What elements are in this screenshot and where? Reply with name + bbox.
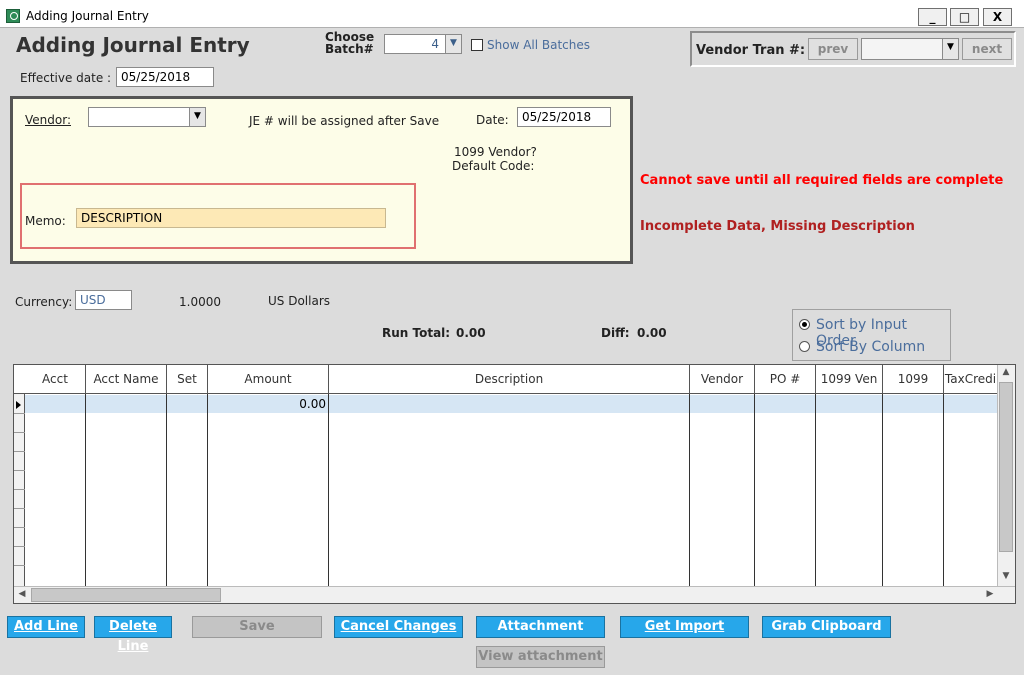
chevron-down-icon[interactable]: ▼ xyxy=(189,108,205,126)
horizontal-scroll-thumb[interactable] xyxy=(31,588,221,602)
vendor-1099-label: 1099 Vendor? xyxy=(454,145,537,159)
date-label: Date: xyxy=(476,113,509,127)
currency-label: Currency: xyxy=(15,295,73,309)
chevron-down-icon[interactable]: ▼ xyxy=(942,39,958,59)
sort-by-column-label[interactable]: Sort By Column xyxy=(816,339,925,355)
show-all-batches-checkbox[interactable] xyxy=(471,39,483,51)
default-code-label: Default Code: xyxy=(452,159,535,173)
page-title: Adding Journal Entry xyxy=(16,33,250,57)
scroll-up-icon[interactable]: ▲ xyxy=(998,365,1014,381)
chevron-down-icon[interactable]: ▼ xyxy=(445,35,461,53)
cancel-changes-button[interactable]: Cancel Changes xyxy=(334,616,463,638)
minimize-button[interactable]: _ xyxy=(918,8,947,26)
col-header-po[interactable]: PO # xyxy=(755,365,816,394)
save-button[interactable]: Save xyxy=(192,616,322,638)
title-bar: Adding Journal Entry _ □ X xyxy=(0,0,1024,28)
vendor-tran-group: Vendor Tran #: prev ▼ next xyxy=(690,31,1016,67)
memo-label: Memo: xyxy=(25,214,66,228)
incomplete-message: Incomplete Data, Missing Description xyxy=(640,219,915,234)
choose-batch-label: Choose Batch# xyxy=(325,31,374,56)
row-header-column xyxy=(14,365,25,587)
col-header-1099[interactable]: 1099 xyxy=(883,365,944,394)
horizontal-scrollbar[interactable]: ◀ ▶ xyxy=(14,586,1015,603)
table-row[interactable] xyxy=(25,395,997,413)
get-import-button[interactable]: Get Import xyxy=(620,616,749,638)
date-input[interactable]: 05/25/2018 xyxy=(517,107,611,127)
vendor-tran-label: Vendor Tran #: xyxy=(696,43,806,58)
col-header-vendor[interactable]: Vendor xyxy=(690,365,755,394)
corner-header xyxy=(14,365,25,394)
choose-batch-line2: Batch# xyxy=(325,42,374,56)
next-button[interactable]: next xyxy=(962,38,1012,60)
error-message: Cannot save until all required fields ar… xyxy=(640,173,1004,188)
vendor-panel: Vendor: ▼ JE # will be assigned after Sa… xyxy=(10,96,633,264)
col-header-set[interactable]: Set xyxy=(167,365,208,394)
diff-value: 0.00 xyxy=(637,326,667,340)
col-header-amount[interactable]: Amount xyxy=(208,365,329,394)
effective-date-label: Effective date : xyxy=(20,71,112,85)
attachment-button[interactable]: Attachment xyxy=(476,616,605,638)
close-button[interactable]: X xyxy=(983,8,1012,26)
show-all-batches-label: Show All Batches xyxy=(487,38,591,52)
batch-select-value: 4 xyxy=(431,37,439,51)
sort-options-group: Sort by Input Order Sort By Column xyxy=(792,309,951,361)
maximize-button[interactable]: □ xyxy=(950,8,979,26)
col-header-description[interactable]: Description xyxy=(329,365,690,394)
scroll-down-icon[interactable]: ▼ xyxy=(998,569,1014,585)
grab-clipboard-button[interactable]: Grab Clipboard xyxy=(762,616,891,638)
diff-label: Diff: xyxy=(601,326,630,340)
vertical-scrollbar[interactable]: ▲ ▼ xyxy=(997,365,1015,587)
sort-input-order-radio[interactable] xyxy=(799,319,810,330)
run-total-value: 0.00 xyxy=(456,326,486,340)
window-title: Adding Journal Entry xyxy=(26,9,149,23)
currency-rate: 1.0000 xyxy=(179,295,221,309)
current-row-indicator-icon xyxy=(16,401,21,409)
journal-grid[interactable]: Acct Acct Name Set Amount Description Ve… xyxy=(13,364,1016,604)
effective-date-input[interactable]: 05/25/2018 xyxy=(116,67,214,87)
col-header-acct[interactable]: Acct xyxy=(25,365,86,394)
scroll-right-icon[interactable]: ▶ xyxy=(982,587,998,603)
view-attachment-button[interactable]: View attachment xyxy=(476,646,605,668)
amount-cell[interactable]: 0.00 xyxy=(208,397,326,411)
currency-name: US Dollars xyxy=(268,294,331,308)
memo-input[interactable]: DESCRIPTION xyxy=(76,208,386,228)
vertical-scroll-thumb[interactable] xyxy=(999,382,1013,552)
col-header-1099-ven[interactable]: 1099 Ven xyxy=(816,365,883,394)
col-header-taxcredit[interactable]: TaxCredi xyxy=(944,365,997,394)
vendor-tran-select[interactable]: ▼ xyxy=(861,38,959,60)
vendor-label: Vendor: xyxy=(25,113,71,127)
memo-highlight-frame: Memo: DESCRIPTION xyxy=(20,183,416,249)
sort-by-column-radio[interactable] xyxy=(799,341,810,352)
add-line-button[interactable]: Add Line xyxy=(7,616,85,638)
batch-select[interactable]: 4 ▼ xyxy=(384,34,462,54)
scroll-left-icon[interactable]: ◀ xyxy=(14,587,30,603)
je-note: JE # will be assigned after Save xyxy=(249,114,440,128)
vendor-select[interactable]: ▼ xyxy=(88,107,206,127)
run-total-label: Run Total: xyxy=(382,326,451,340)
app-icon xyxy=(6,9,20,23)
currency-input[interactable]: USD xyxy=(75,290,132,310)
prev-button[interactable]: prev xyxy=(808,38,858,60)
col-header-acct-name[interactable]: Acct Name xyxy=(86,365,167,394)
delete-line-button[interactable]: Delete Line xyxy=(94,616,172,654)
